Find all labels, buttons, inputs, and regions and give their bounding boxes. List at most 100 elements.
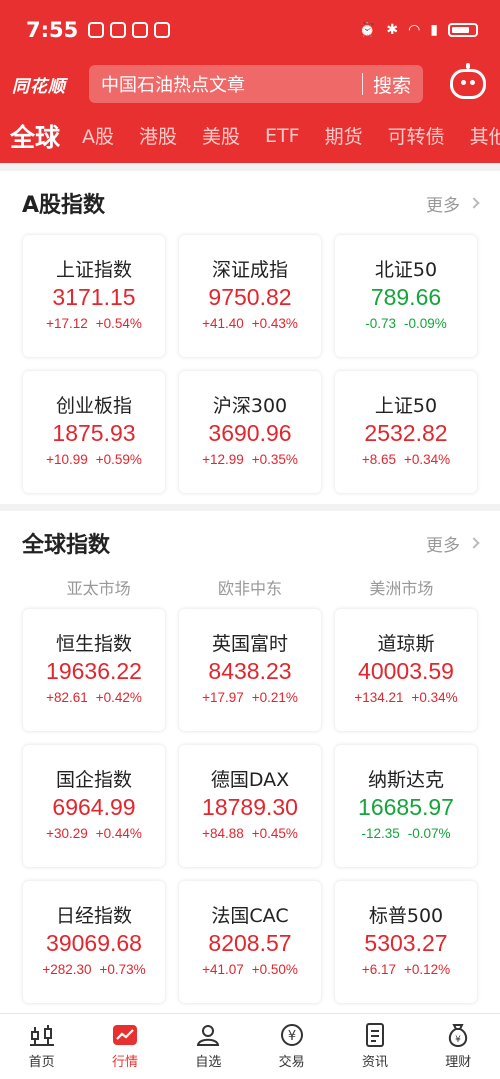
index-name: 日经指数 [55,905,132,927]
money-bag-icon: ¥ [445,1023,471,1047]
change-amount: +134.21 [354,690,404,705]
region-emea[interactable]: 欧非中东 [174,575,325,599]
index-value: 8208.57 [208,930,292,956]
change-percent: +0.45% [251,826,298,841]
index-change: +134.21 +0.34% [335,690,477,705]
index-change: +84.88 +0.45% [179,826,321,841]
index-value: 16685.97 [358,794,454,820]
svg-text:¥: ¥ [288,1029,296,1044]
notification-icon [88,22,105,38]
section-title: A股指数 [22,193,106,218]
change-amount: +8.65 [361,452,396,467]
svg-text:¥: ¥ [455,1035,461,1045]
nav-watchlist[interactable]: 自选 [167,1014,250,1079]
index-value: 1875.93 [52,420,136,446]
candlestick-icon [29,1023,55,1047]
change-percent: +0.35% [251,452,298,467]
change-amount: +10.99 [46,452,88,467]
index-change: +8.65 +0.34% [335,452,477,467]
index-change: +6.17 +0.12% [335,962,477,977]
region-asia-pacific[interactable]: 亚太市场 [23,575,174,599]
search-bar[interactable]: 中国石油热点文章 搜索 [89,65,423,103]
tab-convertible[interactable]: 可转债 [388,122,445,149]
index-value: 39069.68 [46,930,142,956]
assistant-robot-icon[interactable] [450,63,486,99]
change-percent: +0.44% [95,826,142,841]
robot-eye-icon [470,80,475,85]
tab-other[interactable]: 其他 [470,122,500,149]
nav-news[interactable]: 资讯 [333,1014,416,1079]
index-name: 创业板指 [55,395,132,417]
robot-eye-icon [461,80,466,85]
index-change: +282.30 +0.73% [23,962,165,977]
global-grid: 恒生指数 19636.22 +82.61 +0.42% 英国富时 8438.23 … [0,609,500,1003]
index-name: 德国DAX [210,769,290,791]
index-card[interactable]: 恒生指数 19636.22 +82.61 +0.42% [23,609,165,731]
change-amount: +30.29 [46,826,88,841]
change-percent: -0.07% [407,826,451,841]
region-americas[interactable]: 美洲市场 [326,575,477,599]
nav-label: 交易 [278,1055,305,1070]
signal-icon: ▮ [430,22,438,38]
index-card[interactable]: 日经指数 39069.68 +282.30 +0.73% [23,881,165,1003]
index-card[interactable]: 沪深300 3690.96 +12.99 +0.35% [179,371,321,493]
change-amount: +84.88 [202,826,244,841]
index-card[interactable]: 英国富时 8438.23 +17.97 +0.21% [179,609,321,731]
index-name: 法国CAC [211,905,289,927]
global-more-button[interactable]: 更多 [426,531,480,556]
battery-icon [448,23,478,37]
system-icons: ⏰ ✱ ◠ ▮ [359,22,478,38]
search-row: 同花顺 中国石油热点文章 搜索 [0,60,500,108]
index-card[interactable]: 深证成指 9750.82 +41.40 +0.43% [179,235,321,357]
index-card[interactable]: 国企指数 6964.99 +30.29 +0.44% [23,745,165,867]
wifi-icon: ◠ [408,22,421,38]
index-name: 深证成指 [211,259,288,281]
change-percent: +0.34% [404,452,451,467]
index-card[interactable]: 德国DAX 18789.30 +84.88 +0.45% [179,745,321,867]
bottom-nav: 首页 行情 自选 ¥ 交易 资讯 ¥ 理财 [0,1013,500,1079]
index-value: 2532.82 [364,420,448,446]
index-change: +17.97 +0.21% [179,690,321,705]
nav-wealth[interactable]: ¥ 理财 [417,1014,500,1079]
index-card[interactable]: 上证50 2532.82 +8.65 +0.34% [335,371,477,493]
chevron-right-icon [468,537,480,549]
index-card[interactable]: 上证指数 3171.15 +17.12 +0.54% [23,235,165,357]
index-name: 北证50 [374,259,438,281]
index-card[interactable]: 法国CAC 8208.57 +41.07 +0.50% [179,881,321,1003]
user-icon [195,1023,221,1047]
tab-global[interactable]: 全球 [10,118,60,154]
index-card[interactable]: 北证50 789.66 -0.73 -0.09% [335,235,477,357]
tab-hk[interactable]: 港股 [139,122,177,149]
nav-label: 首页 [28,1055,55,1070]
index-change: +17.12 +0.54% [23,316,165,331]
nfc-icon [154,22,171,38]
tab-etf[interactable]: ETF [265,125,300,147]
index-change: +41.07 +0.50% [179,962,321,977]
nav-trade[interactable]: ¥ 交易 [250,1014,333,1079]
index-name: 标普500 [368,905,444,927]
tab-futures[interactable]: 期货 [325,122,363,149]
change-amount: +41.07 [202,962,244,977]
index-value: 6964.99 [52,794,136,820]
index-card[interactable]: 标普500 5303.27 +6.17 +0.12% [335,881,477,1003]
index-value: 8438.23 [208,658,292,684]
change-percent: +0.42% [95,690,142,705]
index-change: -12.35 -0.07% [335,826,477,841]
top-header: 7:55 ⏰ ✱ ◠ ▮ 同花顺 中国石油热点文章 搜索 全球 A股 港股 美股… [0,0,500,163]
nav-home[interactable]: 首页 [0,1014,83,1079]
document-icon [362,1023,388,1047]
index-name: 英国富时 [211,633,288,655]
search-input[interactable]: 中国石油热点文章 [101,71,352,97]
tab-us[interactable]: 美股 [202,122,240,149]
search-button[interactable]: 搜索 [373,71,411,98]
tab-a-share[interactable]: A股 [82,122,114,149]
change-amount: +41.40 [202,316,244,331]
a-share-more-button[interactable]: 更多 [426,191,480,216]
change-amount: +17.97 [202,690,244,705]
change-amount: +12.99 [202,452,244,467]
index-card[interactable]: 纳斯达克 16685.97 -12.35 -0.07% [335,745,477,867]
app-notification-icon [110,22,127,38]
index-card[interactable]: 道琼斯 40003.59 +134.21 +0.34% [335,609,477,731]
index-card[interactable]: 创业板指 1875.93 +10.99 +0.59% [23,371,165,493]
nav-market[interactable]: 行情 [83,1014,166,1079]
